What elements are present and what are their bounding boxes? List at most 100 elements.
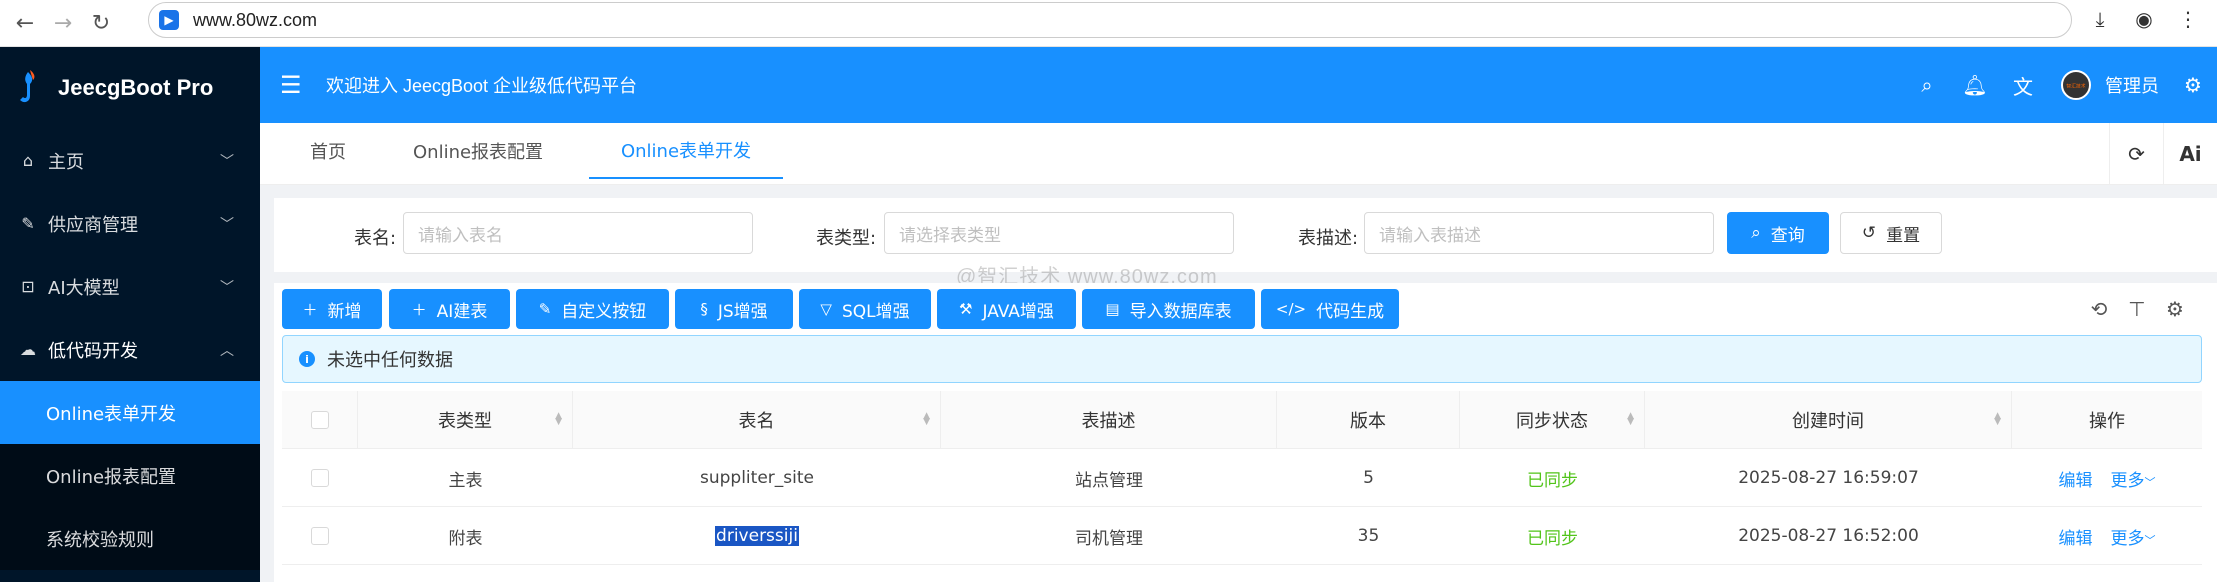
cell-desc: 司机管理 <box>1075 528 1143 549</box>
refresh-icon[interactable]: ⟲ <box>2087 297 2111 321</box>
table-desc-placeholder: 请输入表描述 <box>1379 225 1481 246</box>
plus-icon: ＋ <box>411 300 427 319</box>
app-name: JeecgBoot Pro <box>58 75 214 100</box>
sort-icon[interactable]: ▲ ▼ <box>555 412 562 427</box>
column-header-label: 操作 <box>2089 411 2125 432</box>
settings-gear-icon[interactable]: ⚙ <box>2163 297 2187 321</box>
column-header-type[interactable]: 表类型 ▲ ▼ <box>358 391 573 449</box>
table-desc-input[interactable]: 请输入表描述 <box>1364 212 1714 254</box>
chevron-down-icon: ﹀ <box>2144 475 2156 489</box>
bell-icon[interactable]: 🔔︎ <box>1951 73 1999 97</box>
sidebar: JeecgBoot Pro ⌂ 主页 ﹀ ✎ 供应商管理 ﹀ ⊡ AI大模型 ﹀… <box>0 47 260 582</box>
column-header-version: 版本 <box>1277 391 1460 449</box>
row-checkbox[interactable] <box>311 469 329 487</box>
sidebar-item-home[interactable]: ⌂ 主页 ﹀ <box>0 129 260 192</box>
edit-link[interactable]: 编辑 <box>2059 524 2093 549</box>
tab-online-form[interactable]: Online表单开发 <box>589 123 783 179</box>
reset-button-label: 重置 <box>1886 225 1921 246</box>
filter-icon: ▽ <box>820 300 832 318</box>
sidebar-subitem-label: 系统校验规则 <box>46 529 154 551</box>
custom-button-button[interactable]: ✎ 自定义按钮 <box>516 289 669 329</box>
site-favicon-icon: ▶ <box>159 10 179 30</box>
row-checkbox-cell <box>282 507 358 565</box>
ai-button[interactable]: Ai <box>2163 123 2217 185</box>
sort-icon[interactable]: ▲ ▼ <box>923 412 930 427</box>
column-header-actions: 操作 <box>2012 391 2202 449</box>
address-bar[interactable]: ▶ www.80wz.com <box>148 2 2072 38</box>
sidebar-item-label: AI大模型 <box>48 277 120 299</box>
chevron-down-icon: ﹀ <box>2144 533 2156 547</box>
code-generate-label: 代码生成 <box>1316 301 1385 322</box>
import-db-table-label: 导入数据库表 <box>1129 301 1232 322</box>
download-icon[interactable]: ⤓ <box>2085 4 2115 34</box>
ai-create-table-label: AI建表 <box>436 301 488 322</box>
username[interactable]: 管理员 <box>2105 72 2159 98</box>
tab-online-report[interactable]: Online报表配置 <box>413 123 553 179</box>
import-db-table-button[interactable]: ▤ 导入数据库表 <box>1082 289 1255 329</box>
cell-desc: 站点管理 <box>1075 470 1143 491</box>
edit-link[interactable]: 编辑 <box>2059 466 2093 491</box>
table-type-label: 表类型: <box>816 228 877 249</box>
forward-arrow-icon[interactable]: → <box>44 4 82 42</box>
reset-icon: ↺ <box>1861 223 1877 243</box>
translate-icon[interactable]: 文 <box>1999 71 2047 100</box>
table-type-select[interactable]: 请选择表类型 <box>884 212 1234 254</box>
info-icon: i <box>299 351 315 367</box>
sidebar-subitem-online-report[interactable]: Online报表配置 <box>0 444 260 507</box>
js-enhance-button[interactable]: § JS增强 <box>675 289 793 329</box>
back-arrow-icon[interactable]: ← <box>6 4 44 42</box>
profile-icon[interactable]: ◉ <box>2129 4 2159 34</box>
table-name-input[interactable]: 请输入表名 <box>403 212 753 254</box>
settings-gear-icon[interactable]: ⚙ <box>2169 73 2217 97</box>
app-logo[interactable]: JeecgBoot Pro <box>0 47 260 129</box>
java-enhance-button[interactable]: ⚒ JAVA增强 <box>937 289 1076 329</box>
tab-home[interactable]: 首页 <box>310 123 360 179</box>
browser-menu-icon[interactable]: ⋮ <box>2173 4 2203 34</box>
ai-create-table-button[interactable]: ＋ AI建表 <box>389 289 510 329</box>
code-generate-button[interactable]: </> 代码生成 <box>1261 289 1399 329</box>
sidebar-item-lowcode[interactable]: ☁ 低代码开发 ︿ <box>0 318 260 381</box>
sort-icon[interactable]: ▲ ▼ <box>1627 412 1634 427</box>
reset-button[interactable]: ↺ 重置 <box>1840 212 1942 254</box>
column-header-sync[interactable]: 同步状态 ▲ ▼ <box>1460 391 1645 449</box>
sort-icon[interactable]: ▲ ▼ <box>1994 412 2001 427</box>
cell-actions: 编辑 更多﹀ <box>2012 449 2202 507</box>
table-type-placeholder: 请选择表类型 <box>899 225 1001 246</box>
search-icon[interactable]: ⌕ <box>1903 73 1951 97</box>
select-all-checkbox[interactable] <box>310 411 329 429</box>
query-button[interactable]: ⌕ 查询 <box>1727 212 1829 254</box>
cell-version: 5 <box>1363 468 1374 488</box>
refresh-icon[interactable]: ⟳ <box>2109 123 2163 185</box>
sql-enhance-button[interactable]: ▽ SQL增强 <box>799 289 931 329</box>
table-name-label: 表名: <box>354 228 397 249</box>
column-header-name[interactable]: 表名 ▲ ▼ <box>573 391 941 449</box>
sidebar-subitem-validation-rules[interactable]: 系统校验规则 <box>0 507 260 570</box>
sidebar-item-supplier[interactable]: ✎ 供应商管理 ﹀ <box>0 192 260 255</box>
menu-fold-icon[interactable]: ☰ <box>280 71 310 99</box>
alert-text: 未选中任何数据 <box>327 350 453 371</box>
cloud-icon: ☁ <box>20 340 36 359</box>
tab-bar: 首页 Online报表配置 Online表单开发 ⟳ Ai <box>260 123 2217 185</box>
more-link[interactable]: 更多﹀ <box>2111 466 2156 491</box>
code-icon: </> <box>1275 300 1307 318</box>
column-header-label: 创建时间 <box>1792 411 1864 432</box>
sidebar-item-ai-model[interactable]: ⊡ AI大模型 ﹀ <box>0 255 260 318</box>
cell-actions: 编辑 更多﹀ <box>2012 507 2202 565</box>
column-height-icon[interactable]: ⊤ <box>2125 297 2149 321</box>
more-link[interactable]: 更多﹀ <box>2111 524 2156 549</box>
avatar[interactable]: 智汇技术 <box>2061 70 2091 100</box>
row-checkbox[interactable] <box>311 527 329 545</box>
brush-icon: ✎ <box>538 300 552 318</box>
selected-text: driverssiji <box>715 526 799 546</box>
reload-icon[interactable]: ↻ <box>82 4 120 42</box>
jeecg-logo-icon <box>20 70 35 103</box>
column-header-created[interactable]: 创建时间 ▲ ▼ <box>1645 391 2012 449</box>
add-button[interactable]: ＋ 新增 <box>282 289 382 329</box>
cell-version: 35 <box>1357 526 1380 546</box>
url-text[interactable]: www.80wz.com <box>193 10 317 31</box>
table-header: 表类型 ▲ ▼ 表名 ▲ ▼ 表描述 版本 同步状态 ▲ ▼ 创建时间 ▲ ▼ 操作 <box>282 391 2202 449</box>
cell-sync-status: 已同步 <box>1527 528 1578 549</box>
search-form: 表名: 请输入表名 表类型: 请选择表类型 表描述: 请输入表描述 ⌕ 查询 ↺… <box>274 198 2217 272</box>
sidebar-subitem-online-form[interactable]: Online表单开发 <box>0 381 260 444</box>
add-button-label: 新增 <box>327 301 362 322</box>
